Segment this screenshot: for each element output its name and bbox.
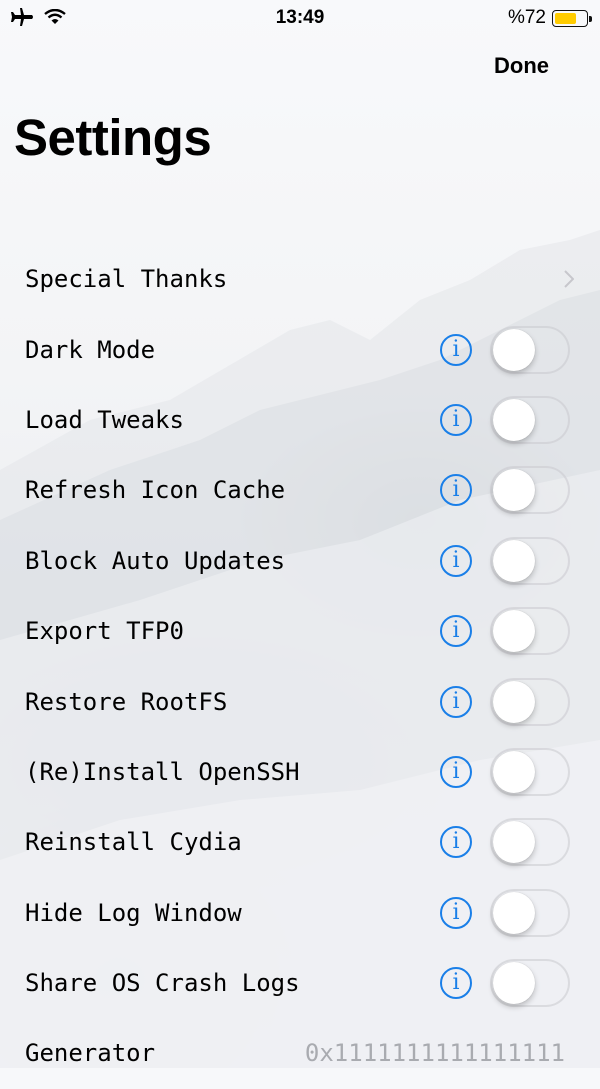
info-icon[interactable]: i	[440, 755, 472, 788]
battery-icon	[552, 9, 592, 27]
load-tweaks-toggle[interactable]	[490, 395, 570, 444]
battery-tip	[589, 15, 592, 22]
row-label: Load Tweaks	[25, 405, 184, 434]
settings-list: Special Thanks Dark Mode i Load Tweaks i…	[0, 244, 600, 1089]
refresh-icon-cache-toggle[interactable]	[490, 466, 570, 515]
row-label: Generator	[25, 1039, 156, 1068]
toggle-knob	[493, 610, 535, 653]
info-icon[interactable]: i	[440, 333, 472, 366]
restore-rootfs-toggle[interactable]	[490, 677, 570, 726]
info-icon[interactable]: i	[440, 896, 472, 929]
status-bar: 13:49 %72	[0, 0, 600, 36]
row-export-tfp0: Export TFP0 i	[0, 596, 600, 666]
row-label: Share OS Crash Logs	[25, 969, 300, 998]
page-title: Settings	[14, 109, 212, 166]
info-icon[interactable]: i	[440, 403, 472, 436]
row-refresh-icon-cache: Refresh Icon Cache i	[0, 455, 600, 525]
toggle-knob	[493, 962, 535, 1005]
info-icon[interactable]: i	[440, 826, 472, 859]
row-label: Special Thanks	[25, 265, 228, 294]
toggle-knob	[493, 821, 535, 864]
row-label: Dark Mode	[25, 335, 156, 364]
row-label: Reinstall Cydia	[25, 828, 242, 857]
chevron-right-icon	[564, 270, 575, 288]
row-restore-rootfs: Restore RootFS i	[0, 666, 600, 736]
toggle-knob	[493, 680, 535, 723]
row-reinstall-cydia: Reinstall Cydia i	[0, 807, 600, 877]
row-hide-log-window: Hide Log Window i	[0, 878, 600, 948]
toggle-knob	[493, 750, 535, 793]
reinstall-cydia-toggle[interactable]	[490, 818, 570, 867]
info-icon[interactable]: i	[440, 474, 472, 507]
dark-mode-toggle[interactable]	[490, 325, 570, 374]
hide-log-window-toggle[interactable]	[490, 888, 570, 937]
generator-value[interactable]: 0x1111111111111111	[305, 1039, 565, 1067]
battery-percent: %72	[507, 7, 546, 28]
row-label: Refresh Icon Cache	[25, 476, 286, 505]
toggle-knob	[493, 398, 535, 441]
row-load-tweaks: Load Tweaks i	[0, 385, 600, 455]
info-icon[interactable]: i	[440, 544, 472, 577]
row-reinstall-openssh: (Re)Install OpenSSH i	[0, 737, 600, 807]
info-icon[interactable]: i	[440, 615, 472, 648]
toggle-knob	[493, 469, 535, 512]
info-icon[interactable]: i	[440, 967, 472, 1000]
block-auto-updates-toggle[interactable]	[490, 536, 570, 585]
row-share-crash-logs: Share OS Crash Logs i	[0, 948, 600, 1018]
toggle-knob	[493, 891, 535, 934]
row-label: Block Auto Updates	[25, 546, 286, 575]
done-button[interactable]: Done	[494, 53, 549, 79]
share-crash-logs-toggle[interactable]	[490, 959, 570, 1008]
battery-fill	[555, 12, 576, 24]
row-generator[interactable]: Generator 0x1111111111111111	[0, 1018, 600, 1088]
row-block-auto-updates: Block Auto Updates i	[0, 526, 600, 596]
row-label: (Re)Install OpenSSH	[25, 757, 300, 786]
reinstall-openssh-toggle[interactable]	[490, 747, 570, 796]
row-special-thanks[interactable]: Special Thanks	[0, 244, 600, 314]
toggle-knob	[493, 539, 535, 582]
row-label: Hide Log Window	[25, 898, 242, 927]
info-icon[interactable]: i	[440, 685, 472, 718]
row-label: Restore RootFS	[25, 687, 228, 716]
export-tfp0-toggle[interactable]	[490, 607, 570, 656]
row-dark-mode: Dark Mode i	[0, 314, 600, 384]
row-label: Export TFP0	[25, 617, 184, 646]
toggle-knob	[493, 328, 535, 371]
